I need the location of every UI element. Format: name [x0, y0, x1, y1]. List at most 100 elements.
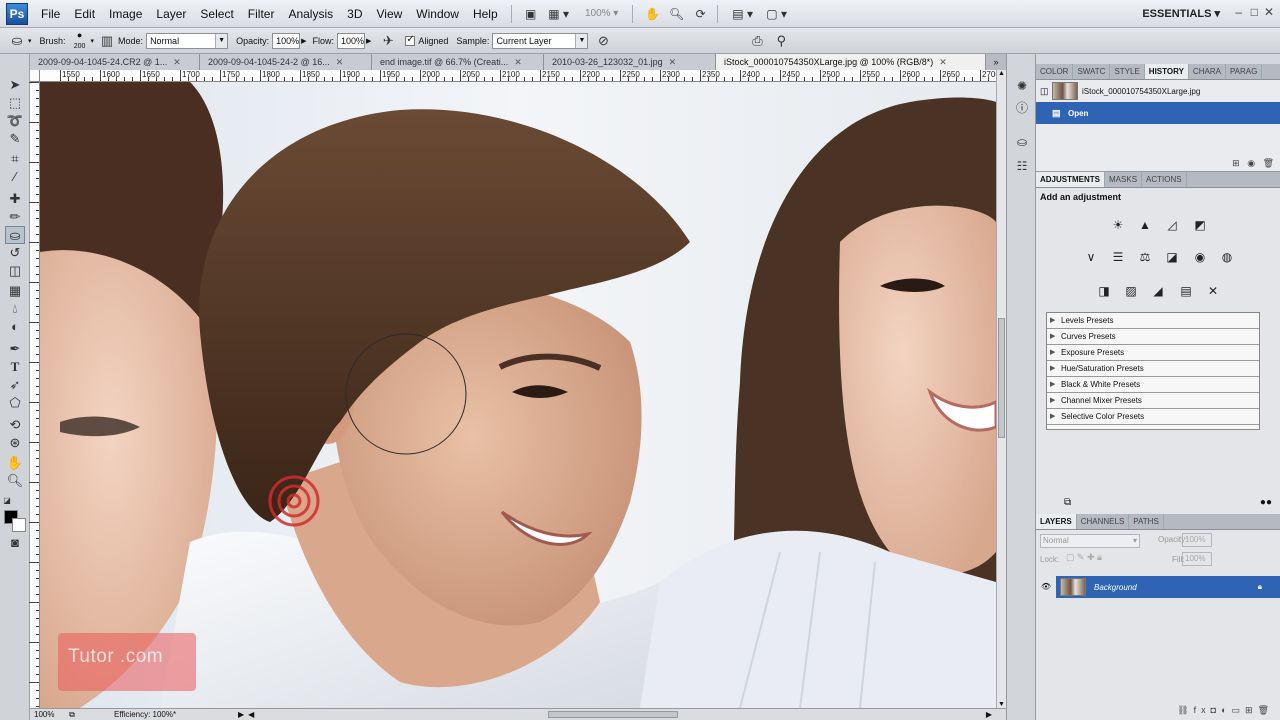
hand-tool-icon[interactable]: ✋: [643, 4, 663, 24]
tab-channels[interactable]: CHANNELS: [1077, 514, 1130, 529]
clone-stamp-tool-icon[interactable]: ⛀: [5, 226, 25, 244]
type-tool-icon[interactable]: T: [5, 358, 25, 376]
adjustments-menu-icon[interactable]: ●●: [1260, 497, 1272, 508]
preset-curves[interactable]: Curves Presets: [1047, 329, 1259, 345]
history-brush-source-icon[interactable]: ◫: [1040, 86, 1052, 97]
menu-analysis[interactable]: Analysis: [281, 0, 340, 28]
brush-picker[interactable]: ● 200: [69, 30, 91, 52]
move-tool-icon[interactable]: ➤: [5, 76, 25, 94]
tab-color[interactable]: COLOR: [1036, 64, 1074, 79]
info-panel-icon[interactable]: ⓘ: [1014, 100, 1030, 116]
brush-tool-icon[interactable]: ✏: [5, 208, 25, 226]
preset-levels[interactable]: Levels Presets: [1047, 313, 1259, 329]
menu-help[interactable]: Help: [466, 0, 505, 28]
vertical-scroll-thumb[interactable]: [998, 318, 1005, 438]
selective-color-icon[interactable]: ✕: [1204, 282, 1222, 300]
invert-icon[interactable]: ◨: [1095, 282, 1113, 300]
document-tab[interactable]: end image.tif @ 66.7% (Creati... ✕: [372, 54, 544, 70]
navigator-panel-icon[interactable]: ☷: [1014, 158, 1030, 174]
blur-tool-icon[interactable]: 💧︎: [5, 300, 25, 318]
tab-character[interactable]: CHARA: [1189, 64, 1226, 79]
eraser-tool-icon[interactable]: ◫: [5, 262, 25, 280]
horizontal-scroll-thumb[interactable]: [548, 711, 678, 718]
bridge-icon[interactable]: ▣: [522, 4, 540, 24]
scroll-right-icon[interactable]: ▶: [986, 709, 992, 720]
zoom-tool-icon[interactable]: 🔍︎: [5, 472, 25, 490]
layer-background[interactable]: 👁︎ Background 🔒︎: [1036, 576, 1280, 598]
arrange-documents-icon[interactable]: ▤ ▾: [728, 4, 758, 24]
hand-tool-icon[interactable]: ✋: [5, 454, 25, 472]
spot-healing-tool-icon[interactable]: ✚: [5, 190, 25, 208]
pressure-size-icon[interactable]: ⚲: [772, 32, 790, 50]
history-snapshot[interactable]: ◫ iStock_000010754350XLarge.jpg: [1036, 80, 1280, 102]
preset-hue-saturation[interactable]: Hue/Saturation Presets: [1047, 361, 1259, 377]
photo-filter-icon[interactable]: ◉: [1191, 248, 1209, 266]
status-info-icon[interactable]: ⧉: [64, 709, 80, 720]
close-tab-icon[interactable]: ✕: [669, 57, 677, 67]
add-mask-icon[interactable]: ◘: [1211, 705, 1221, 715]
maximize-icon[interactable]: □: [1251, 5, 1258, 19]
opacity-slider-icon[interactable]: ▶: [301, 37, 306, 45]
tab-swatches[interactable]: SWATC: [1073, 64, 1111, 79]
airbrush-icon[interactable]: ✈: [379, 32, 397, 50]
close-tab-icon[interactable]: ✕: [336, 57, 344, 67]
close-tab-icon[interactable]: ✕: [173, 57, 181, 67]
tool-preset-dropdown-icon[interactable]: ▾: [28, 37, 32, 45]
menu-view[interactable]: View: [369, 0, 409, 28]
document-tab[interactable]: 2010-03-26_123032_01.jpg ✕: [544, 54, 716, 70]
preset-black-white[interactable]: Black & White Presets: [1047, 377, 1259, 393]
quick-mask-icon[interactable]: ◙: [5, 534, 25, 552]
pen-tool-icon[interactable]: ✒: [5, 340, 25, 358]
background-color-swatch[interactable]: [12, 518, 26, 532]
close-icon[interactable]: ✕: [1264, 5, 1274, 19]
lasso-tool-icon[interactable]: ➰: [5, 112, 25, 130]
tab-masks[interactable]: MASKS: [1105, 172, 1143, 187]
adjustment-layer-icon[interactable]: ◐: [1221, 705, 1231, 715]
crop-tool-icon[interactable]: ⌗: [5, 150, 25, 168]
tab-paragraph[interactable]: PARAG: [1226, 64, 1263, 79]
channel-mixer-icon[interactable]: ◍: [1218, 248, 1236, 266]
delete-state-icon[interactable]: 🗑︎: [1263, 158, 1274, 168]
document-tab[interactable]: 2009-09-04-1045-24.CR2 @ 1... ✕: [30, 54, 200, 70]
flow-input[interactable]: 100%: [336, 32, 365, 49]
color-balance-icon[interactable]: ⚖: [1136, 248, 1154, 266]
preset-channel-mixer[interactable]: Channel Mixer Presets: [1047, 393, 1259, 409]
link-layers-icon[interactable]: ⛓: [1177, 705, 1193, 715]
3d-orbit-tool-icon[interactable]: ⊛: [5, 434, 25, 452]
quick-selection-tool-icon[interactable]: ✎: [5, 130, 25, 148]
aligned-checkbox[interactable]: [405, 34, 416, 46]
new-snapshot-icon[interactable]: ◉: [1247, 158, 1255, 168]
tab-layers[interactable]: LAYERS: [1036, 514, 1077, 529]
history-state-open[interactable]: ▤ Open: [1036, 102, 1280, 124]
close-tab-icon[interactable]: ✕: [514, 57, 522, 67]
tab-adjustments[interactable]: ADJUSTMENTS: [1036, 172, 1106, 187]
pressure-opacity-icon[interactable]: ⎙: [748, 32, 766, 50]
menu-select[interactable]: Select: [193, 0, 240, 28]
layer-style-icon[interactable]: fx: [1194, 705, 1211, 715]
document-canvas[interactable]: [40, 82, 996, 708]
brightness-contrast-icon[interactable]: ☀: [1109, 216, 1127, 234]
new-group-icon[interactable]: ▭: [1232, 705, 1246, 715]
adjustments-footer-icon[interactable]: ⧉: [1064, 497, 1071, 508]
hue-saturation-icon[interactable]: ☰: [1109, 248, 1127, 266]
clone-source-panel-icon[interactable]: ▥: [98, 32, 116, 50]
default-colors-icon[interactable]: ◪: [2, 492, 12, 510]
document-tab[interactable]: 2009-09-04-1045-24-2 @ 16... ✕: [200, 54, 372, 70]
close-tab-icon[interactable]: ✕: [939, 57, 947, 67]
scroll-left-icon[interactable]: ◀: [248, 709, 254, 720]
minimize-icon[interactable]: –: [1235, 5, 1242, 19]
preset-selective-color[interactable]: Selective Color Presets: [1047, 409, 1259, 425]
eye-visibility-icon[interactable]: 👁︎: [1036, 576, 1056, 598]
lock-icons[interactable]: ▢ ✎ ✚ 🔒︎: [1066, 552, 1102, 563]
vibrance-icon[interactable]: ∨: [1082, 248, 1100, 266]
tab-paths[interactable]: PATHS: [1129, 514, 1164, 529]
levels-icon[interactable]: ▲: [1136, 216, 1154, 234]
vertical-scrollbar[interactable]: ▲ ▼: [996, 70, 1006, 708]
scroll-up-icon[interactable]: ▲: [998, 70, 1005, 77]
menu-layer[interactable]: Layer: [149, 0, 193, 28]
marquee-tool-icon[interactable]: ⬚: [5, 94, 25, 112]
shape-tool-icon[interactable]: ⬠: [5, 394, 25, 412]
zoom-level-dropdown[interactable]: 100% ▾: [578, 4, 626, 24]
exposure-icon[interactable]: ◩: [1191, 216, 1209, 234]
clone-source-panel-icon[interactable]: ⛀: [1014, 134, 1030, 150]
